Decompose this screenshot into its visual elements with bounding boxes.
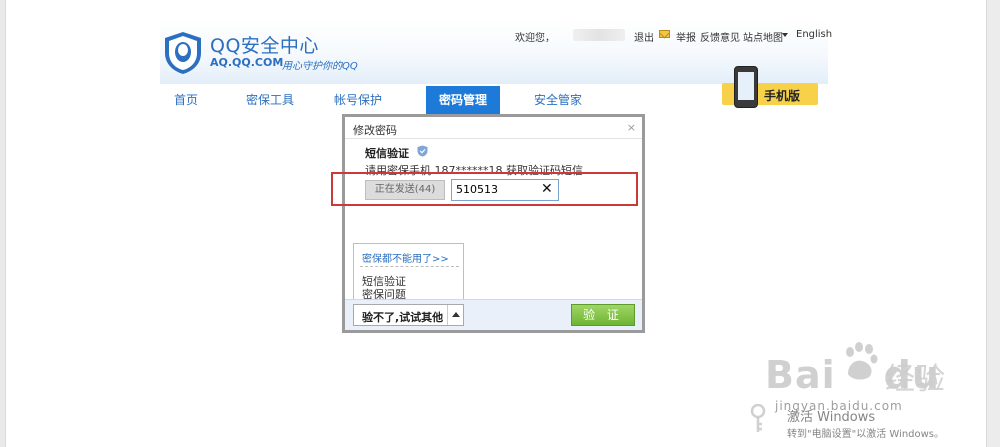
feedback-link[interactable]: 反馈意见	[700, 29, 740, 44]
nav-item-password-management[interactable]: 密码管理	[426, 86, 500, 114]
verify-method-menu: 密保都不能用了>> 短信验证 密保问题	[353, 243, 464, 301]
dialog-footer: 验不了,试试其他 验 证	[345, 299, 642, 330]
window-scrollbar[interactable]	[986, 0, 1000, 447]
chevron-down-icon[interactable]	[782, 33, 788, 37]
verify-button[interactable]: 验 证	[571, 304, 635, 326]
other-methods-dropdown[interactable]: 验不了,试试其他	[353, 304, 464, 326]
sitemap-link[interactable]: 站点地图	[743, 29, 783, 44]
close-icon[interactable]: ×	[627, 121, 636, 134]
nav-item-account-protection[interactable]: 帐号保护	[328, 86, 388, 114]
sms-verify-label: 短信验证	[365, 147, 409, 160]
window-left-edge	[0, 0, 6, 447]
activate-windows-title: 激活 Windows	[787, 410, 876, 425]
nav-item-protection-tools[interactable]: 密保工具	[240, 86, 300, 114]
nav-item-security-manager[interactable]: 安全管家	[528, 86, 588, 114]
key-icon	[750, 404, 766, 432]
site-slogan: 用心守护你的QQ	[282, 61, 358, 72]
shield-icon	[417, 145, 428, 157]
site-title[interactable]: QQ安全中心	[210, 31, 319, 58]
menu-divider	[360, 266, 459, 267]
chevron-up-icon[interactable]	[447, 305, 463, 325]
qq-shield-logo-icon[interactable]	[163, 31, 203, 75]
nav-item-home[interactable]: 首页	[164, 86, 208, 114]
logout-link[interactable]: 退出	[634, 29, 654, 44]
change-password-dialog: 修改密码 × 短信验证 请用密保手机 187******18 获取验证码短信 正…	[342, 114, 645, 333]
baidu-watermark-jingyan: 经验	[885, 362, 945, 397]
mail-icon[interactable]	[659, 30, 670, 38]
main-nav: 首页 密保工具 帐号保护 密码管理 安全管家	[160, 86, 828, 114]
activate-windows-hint: 转到"电脑设置"以激活 Windows。	[787, 429, 945, 440]
dialog-divider	[345, 138, 642, 139]
baidu-watermark-bai: Bai	[765, 353, 836, 397]
dialog-title: 修改密码	[353, 124, 397, 137]
site-domain: AQ.QQ.COM	[210, 56, 284, 69]
no-protection-link[interactable]: 密保都不能用了>>	[362, 250, 449, 265]
welcome-text: 欢迎您，	[515, 33, 555, 44]
report-link[interactable]: 举报	[676, 29, 696, 44]
annotation-highlight-box	[331, 172, 638, 206]
other-methods-label: 验不了,试试其他	[362, 311, 444, 324]
baidu-paw-icon	[846, 342, 878, 380]
blurred-username	[573, 29, 625, 41]
english-link[interactable]: English	[796, 29, 832, 40]
